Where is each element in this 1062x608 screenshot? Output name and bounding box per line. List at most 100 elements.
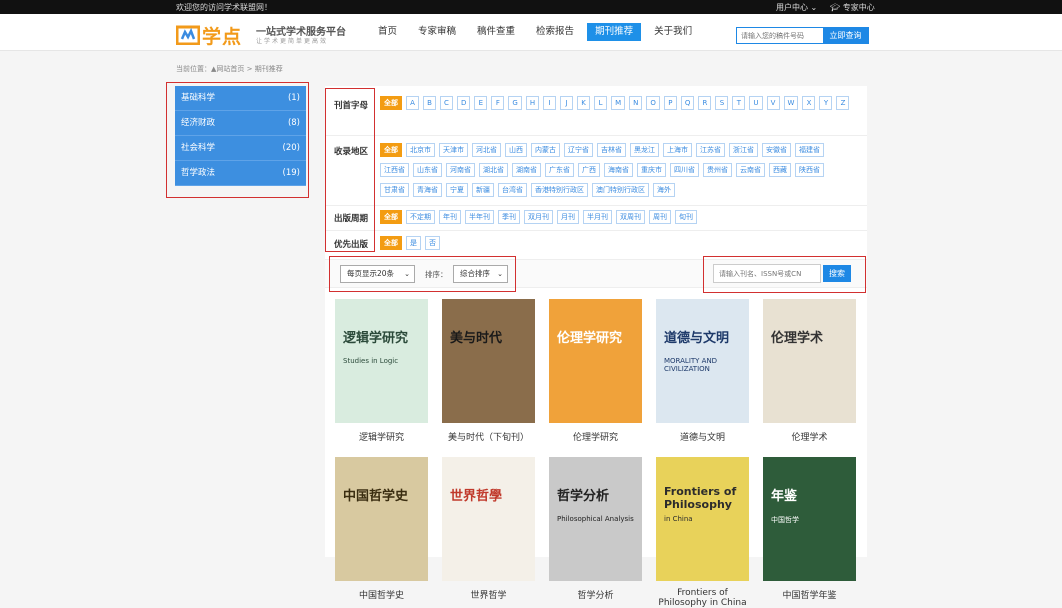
journal-name[interactable]: 中国哲学史 bbox=[335, 588, 428, 601]
filter-tag[interactable]: 新疆 bbox=[472, 183, 494, 197]
journal-cover-image[interactable]: 年鉴 中国哲学 bbox=[763, 457, 856, 581]
filter-tag[interactable]: 山西 bbox=[505, 143, 527, 157]
filter-tag[interactable]: X bbox=[802, 96, 816, 110]
nav-home[interactable]: 首页 bbox=[370, 23, 405, 41]
journal-card[interactable]: 中国哲学史 中国哲学史 bbox=[335, 457, 428, 601]
filter-tag[interactable]: V bbox=[766, 96, 780, 110]
journal-card[interactable]: 伦理学术 伦理学术 bbox=[763, 299, 856, 443]
journal-name[interactable]: 道德与文明 bbox=[656, 430, 749, 443]
filter-tag[interactable]: 广东省 bbox=[545, 163, 574, 177]
journal-name[interactable]: 逻辑学研究 bbox=[335, 430, 428, 443]
journal-name[interactable]: 哲学分析 bbox=[549, 588, 642, 601]
journal-cover-image[interactable]: 美与时代 bbox=[442, 299, 535, 423]
filter-tag[interactable]: 海南省 bbox=[604, 163, 633, 177]
filter-tag[interactable]: 全部 bbox=[380, 96, 402, 110]
filter-tag[interactable]: 旬刊 bbox=[675, 210, 697, 224]
filter-tag[interactable]: 半月刊 bbox=[583, 210, 612, 224]
user-center-link[interactable]: 用户中心 ⌄ bbox=[776, 2, 817, 13]
filter-tag[interactable]: T bbox=[732, 96, 746, 110]
journal-cover-image[interactable]: 哲学分析 Philosophical Analysis bbox=[549, 457, 642, 581]
filter-tag[interactable]: Q bbox=[680, 96, 695, 110]
journal-card[interactable]: 美与时代美与时代（下旬刊） bbox=[442, 299, 535, 443]
journal-card[interactable]: 年鉴 中国哲学中国哲学年鉴 bbox=[763, 457, 856, 601]
nav-expert-review[interactable]: 专家审稿 bbox=[410, 23, 464, 41]
filter-tag[interactable]: S bbox=[715, 96, 729, 110]
filter-tag[interactable]: L bbox=[594, 96, 608, 110]
filter-tag[interactable]: 月刊 bbox=[557, 210, 579, 224]
filter-tag[interactable]: 周刊 bbox=[649, 210, 671, 224]
filter-tag[interactable]: 河南省 bbox=[446, 163, 475, 177]
expert-center-link[interactable]: 🎓︎ 专家中心 bbox=[830, 2, 875, 13]
journal-card[interactable]: 哲学分析 Philosophical Analysis 哲学分析 bbox=[549, 457, 642, 601]
filter-tag[interactable]: D bbox=[457, 96, 471, 110]
filter-tag[interactable]: 云南省 bbox=[736, 163, 765, 177]
journal-card[interactable]: 道德与文明 MORALITY AND CIVILIZATION 道德与文明 bbox=[656, 299, 749, 443]
journal-name[interactable]: 美与时代（下旬刊） bbox=[442, 430, 535, 443]
filter-tag[interactable]: Y bbox=[819, 96, 833, 110]
filter-tag[interactable]: 天津市 bbox=[439, 143, 468, 157]
journal-name[interactable]: 中国哲学年鉴 bbox=[763, 588, 856, 601]
manuscript-number-input[interactable] bbox=[737, 28, 823, 43]
filter-tag[interactable]: 陕西省 bbox=[795, 163, 824, 177]
journal-cover-image[interactable]: 伦理学术 bbox=[763, 299, 856, 423]
filter-tag[interactable]: 否 bbox=[425, 236, 440, 250]
filter-tag[interactable]: 全部 bbox=[380, 236, 402, 250]
site-logo[interactable]: 学点 一站式学术服务平台 让学术更简单更高效 bbox=[176, 23, 376, 48]
filter-tag[interactable]: 湖北省 bbox=[479, 163, 508, 177]
filter-tag[interactable]: H bbox=[525, 96, 540, 110]
filter-tag[interactable]: 季刊 bbox=[498, 210, 520, 224]
journal-name[interactable]: 世界哲学 bbox=[442, 588, 535, 601]
filter-tag[interactable]: 黑龙江 bbox=[630, 143, 659, 157]
filter-tag[interactable]: 双月刊 bbox=[524, 210, 553, 224]
filter-tag[interactable]: 四川省 bbox=[670, 163, 699, 177]
filter-tag[interactable]: B bbox=[423, 96, 436, 110]
filter-tag[interactable]: 福建省 bbox=[795, 143, 824, 157]
filter-tag[interactable]: E bbox=[474, 96, 488, 110]
journal-card[interactable]: 世界哲學 世界哲学 bbox=[442, 457, 535, 601]
filter-tag[interactable]: 海外 bbox=[653, 183, 675, 197]
filter-tag[interactable]: K bbox=[577, 96, 591, 110]
journal-cover-image[interactable]: 道德与文明 MORALITY AND CIVILIZATION bbox=[656, 299, 749, 423]
filter-tag[interactable]: J bbox=[560, 96, 574, 110]
journal-name[interactable]: 伦理学术 bbox=[763, 430, 856, 443]
filter-tag[interactable]: 浙江省 bbox=[729, 143, 758, 157]
filter-tag[interactable]: 山东省 bbox=[413, 163, 442, 177]
filter-tag[interactable]: 北京市 bbox=[406, 143, 435, 157]
filter-tag[interactable]: W bbox=[783, 96, 799, 110]
journal-cover-image[interactable]: 中国哲学史 bbox=[335, 457, 428, 581]
filter-tag[interactable]: 青海省 bbox=[413, 183, 442, 197]
filter-tag[interactable]: 重庆市 bbox=[637, 163, 666, 177]
filter-tag[interactable]: 半年刊 bbox=[465, 210, 494, 224]
filter-tag[interactable]: A bbox=[406, 96, 419, 110]
nav-journal-recommend[interactable]: 期刊推荐 bbox=[587, 23, 642, 41]
nav-plagiarism-check[interactable]: 稿件查重 bbox=[469, 23, 523, 41]
filter-tag[interactable]: 辽宁省 bbox=[564, 143, 593, 157]
filter-tag[interactable]: 贵州省 bbox=[703, 163, 732, 177]
filter-tag[interactable]: O bbox=[646, 96, 660, 110]
filter-tag[interactable]: 全部 bbox=[380, 210, 402, 224]
filter-tag[interactable]: N bbox=[629, 96, 643, 110]
filter-tag[interactable]: 台湾省 bbox=[498, 183, 527, 197]
journal-cover-image[interactable]: 逻辑学研究 Studies in Logic bbox=[335, 299, 428, 423]
filter-tag[interactable]: P bbox=[663, 96, 677, 110]
filter-tag[interactable]: M bbox=[611, 96, 626, 110]
journal-card[interactable]: Frontiers of Philosophy in China Frontiers… bbox=[656, 457, 749, 608]
filter-tag[interactable]: 不定期 bbox=[406, 210, 435, 224]
filter-tag[interactable]: F bbox=[491, 96, 505, 110]
filter-tag[interactable]: 全部 bbox=[380, 143, 402, 157]
filter-tag[interactable]: 双周刊 bbox=[616, 210, 645, 224]
filter-tag[interactable]: 江西省 bbox=[380, 163, 409, 177]
filter-tag[interactable]: 香港特别行政区 bbox=[531, 183, 588, 197]
journal-name[interactable]: 伦理学研究 bbox=[549, 430, 642, 443]
filter-tag[interactable]: 澳门特别行政区 bbox=[592, 183, 649, 197]
filter-tag[interactable]: G bbox=[508, 96, 522, 110]
filter-tag[interactable]: 年刊 bbox=[439, 210, 461, 224]
filter-tag[interactable]: 吉林省 bbox=[597, 143, 626, 157]
nav-search-report[interactable]: 检索报告 bbox=[528, 23, 582, 41]
filter-tag[interactable]: C bbox=[440, 96, 453, 110]
nav-about-us[interactable]: 关于我们 bbox=[646, 23, 700, 41]
filter-tag[interactable]: 西藏 bbox=[769, 163, 791, 177]
journal-card[interactable]: 逻辑学研究 Studies in Logic 逻辑学研究 bbox=[335, 299, 428, 443]
filter-tag[interactable]: 安徽省 bbox=[762, 143, 791, 157]
filter-tag[interactable]: 江苏省 bbox=[696, 143, 725, 157]
